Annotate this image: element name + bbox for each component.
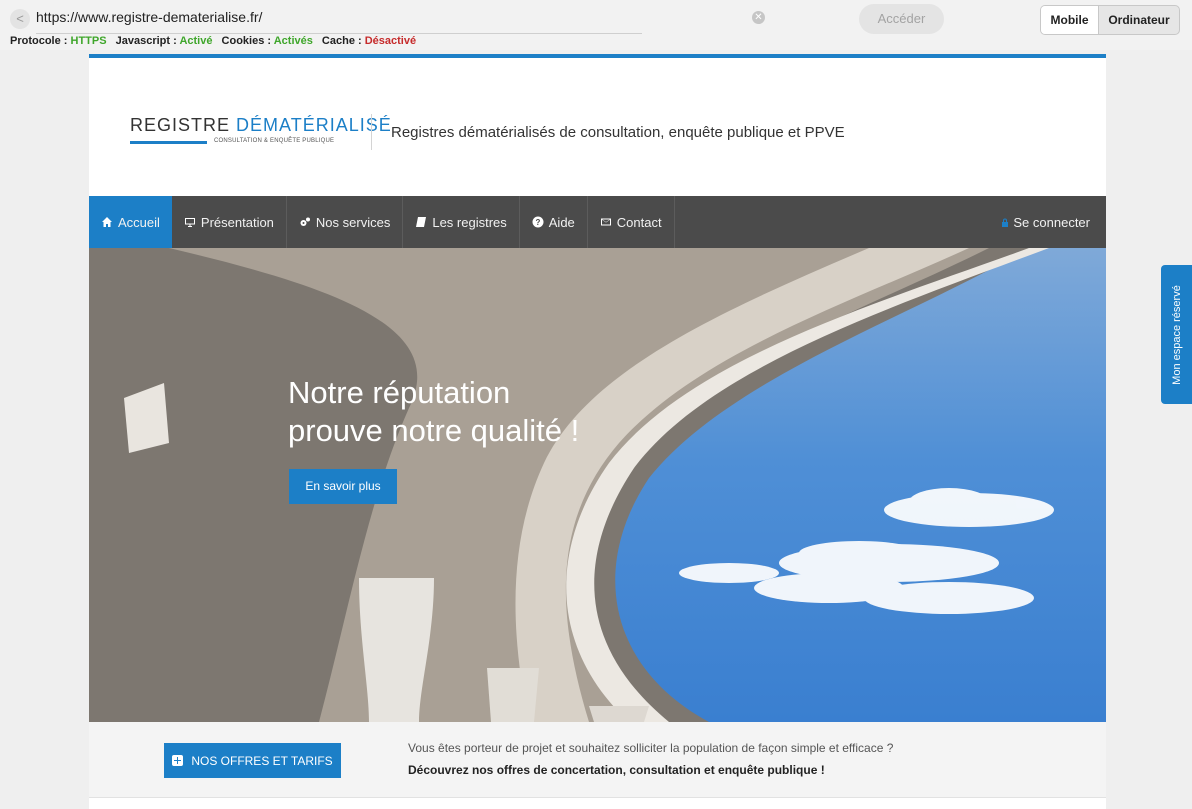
status-line: Protocole : HTTPS Javascript : Activé Co… (10, 35, 416, 47)
cookies-value: Activés (273, 35, 313, 47)
nav-label-registres: Les registres (432, 214, 507, 230)
site-logo[interactable]: REGISTRE DÉMATÉRIALISÉ CONSULTATION & EN… (130, 115, 392, 144)
website-page: REGISTRE DÉMATÉRIALISÉ CONSULTATION & EN… (89, 54, 1106, 809)
nav-item-accueil[interactable]: Accueil (89, 196, 172, 248)
protocol-label: Protocole : (10, 35, 68, 47)
nav-item-aide[interactable]: ? Aide (520, 196, 588, 248)
nav-label-aide: Aide (548, 214, 575, 230)
logo-word-dematerialise: DÉMATÉRIALISÉ (236, 115, 392, 135)
monitor-icon (184, 218, 195, 227)
hero-banner: Notre réputation prouve notre qualité ! … (89, 248, 1106, 722)
nav-item-presentation[interactable]: Présentation (172, 196, 287, 248)
clear-icon[interactable]: ✕ (752, 11, 765, 24)
offers-question: Vous êtes porteur de projet et souhaitez… (408, 741, 894, 755)
nav-label-services: Nos services (315, 214, 391, 230)
javascript-value: Activé (179, 35, 213, 47)
site-tagline: Registres dématérialisés de consultation… (391, 124, 845, 141)
cogs-icon (300, 217, 310, 226)
hero-title-line2: prouve notre qualité ! (288, 413, 580, 448)
offers-band: NOS OFFRES ET TARIFS Vous êtes porteur d… (89, 722, 1106, 798)
login-label: Se connecter (1013, 214, 1090, 230)
url-underline (36, 33, 642, 34)
site-header: REGISTRE DÉMATÉRIALISÉ CONSULTATION & EN… (89, 58, 1106, 196)
offers-cta-text: Découvrez nos offres de concertation, co… (408, 763, 825, 777)
nav-label-presentation: Présentation (200, 214, 274, 230)
go-button[interactable]: Accéder (859, 4, 944, 34)
nav-label-contact: Contact (616, 214, 662, 230)
mode-mobile-button[interactable]: Mobile (1041, 6, 1099, 34)
url-input[interactable]: https://www.registre-dematerialise.fr/ (36, 9, 262, 25)
hero-title-line1: Notre réputation (288, 375, 511, 410)
logo-text: REGISTRE DÉMATÉRIALISÉ (130, 115, 392, 136)
logo-word-registre: REGISTRE (130, 115, 231, 135)
question-icon: ? (532, 216, 544, 228)
nav-item-contact[interactable]: Contact (588, 196, 675, 248)
plus-square-icon (172, 755, 184, 766)
book-icon (416, 217, 427, 227)
home-icon (102, 217, 112, 227)
envelope-icon (600, 218, 611, 226)
browser-toolbar: < https://www.registre-dematerialise.fr/… (0, 0, 1192, 50)
reserved-space-label: Mon espace réservé (1170, 284, 1183, 385)
login-link[interactable]: Se connecter (1001, 196, 1090, 248)
cookies-label: Cookies : (221, 35, 272, 47)
cache-label: Cache : (321, 35, 362, 47)
learn-more-button[interactable]: En savoir plus (289, 469, 397, 504)
nav-item-registres[interactable]: Les registres (403, 196, 520, 248)
header-divider (371, 114, 372, 150)
view-mode-toggle: Mobile Ordinateur (1040, 5, 1180, 35)
offers-button-label: NOS OFFRES ET TARIFS (191, 753, 333, 768)
cache-value: Désactivé (364, 35, 417, 47)
protocol-value: HTTPS (70, 35, 107, 47)
lock-icon (1002, 218, 1009, 227)
offers-button[interactable]: NOS OFFRES ET TARIFS (164, 743, 341, 778)
reserved-space-tab[interactable]: Mon espace réservé (1161, 265, 1192, 404)
main-nav: Accueil Présentation Nos services Les re… (89, 196, 1106, 248)
offers-text: Vous êtes porteur de projet et souhaitez… (408, 737, 893, 781)
hero-title: Notre réputation prouve notre qualité ! (288, 374, 579, 450)
back-button[interactable]: < (10, 9, 30, 29)
logo-underline (130, 141, 207, 144)
mode-desktop-button[interactable]: Ordinateur (1099, 6, 1179, 34)
nav-label-accueil: Accueil (118, 214, 160, 230)
logo-subtitle: CONSULTATION & ENQUÊTE PUBLIQUE (214, 138, 335, 144)
nav-item-services[interactable]: Nos services (287, 196, 404, 248)
svg-text:?: ? (535, 218, 540, 227)
hero-bridge-image (89, 248, 1054, 722)
javascript-label: Javascript : (115, 35, 177, 47)
